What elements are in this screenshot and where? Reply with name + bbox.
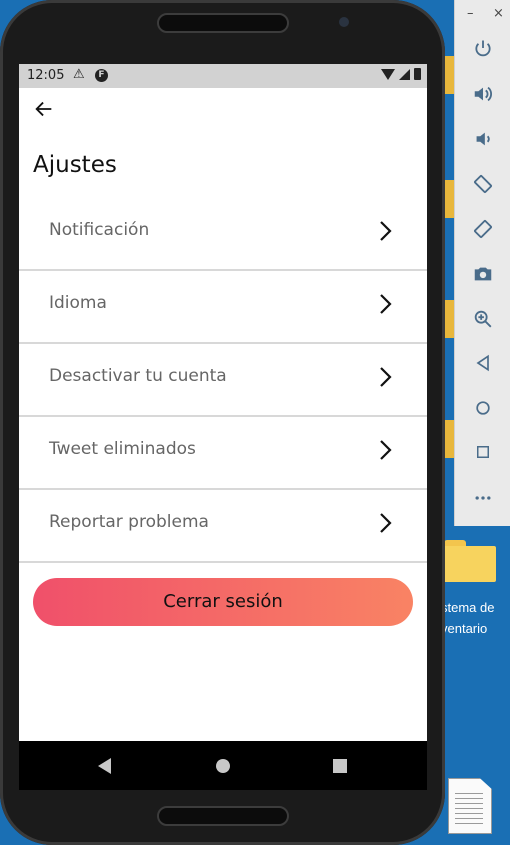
notification-f-icon: F [95, 69, 108, 82]
front-camera [339, 17, 349, 27]
menu-item-label: Reportar problema [49, 512, 209, 532]
more-icon[interactable] [471, 488, 495, 512]
chevron-right-icon [380, 294, 392, 314]
chevron-right-icon [380, 367, 392, 387]
android-nav-bar [19, 741, 427, 790]
status-bar: 12:05 ⚠ F [19, 64, 427, 88]
volume-up-icon[interactable] [471, 83, 495, 107]
nav-recents-button[interactable] [333, 759, 347, 773]
speaker-grille [157, 13, 289, 33]
logout-button[interactable]: Cerrar sesión [33, 578, 413, 626]
menu-item-idioma[interactable]: Idioma [19, 270, 427, 344]
signal-icon [399, 68, 410, 80]
settings-screen: Ajustes Notificación Idioma Desactivar t… [19, 88, 427, 741]
nav-home-button[interactable] [216, 759, 230, 773]
arrow-left-icon [35, 101, 52, 117]
speaker-grille [157, 806, 289, 826]
battery-icon [414, 68, 421, 80]
menu-item-tweet-eliminados[interactable]: Tweet eliminados [19, 416, 427, 490]
desktop-folder-label: stema de ventario [441, 600, 495, 636]
camera-icon[interactable] [471, 263, 495, 287]
phone-screen: 12:05 ⚠ F Ajustes Notificación Idioma De… [19, 64, 427, 790]
volume-down-icon[interactable] [471, 128, 495, 152]
desktop-folder-icon[interactable] [442, 538, 496, 584]
rotate-left-icon[interactable] [471, 173, 495, 197]
nav-back-button[interactable] [98, 758, 111, 774]
overview-icon[interactable] [471, 443, 495, 467]
chevron-right-icon [380, 221, 392, 241]
home-icon[interactable] [471, 398, 495, 422]
menu-item-notificacion[interactable]: Notificación [19, 197, 427, 271]
rotate-right-icon[interactable] [471, 218, 495, 242]
menu-item-reportar-problema[interactable]: Reportar problema [19, 489, 427, 563]
back-button[interactable] [33, 98, 57, 122]
status-time: 12:05 [27, 68, 65, 83]
wifi-icon [381, 68, 395, 80]
close-button[interactable]: × [493, 6, 504, 21]
power-icon[interactable] [471, 38, 495, 62]
back-icon[interactable] [471, 353, 495, 377]
warning-icon: ⚠ [73, 67, 85, 82]
page-title: Ajustes [33, 152, 117, 178]
menu-item-label: Tweet eliminados [49, 439, 196, 459]
document-icon[interactable] [448, 778, 492, 834]
minimize-button[interactable]: – [467, 6, 474, 21]
status-icons [381, 68, 421, 80]
menu-item-label: Idioma [49, 293, 107, 313]
menu-item-label: Desactivar tu cuenta [49, 366, 227, 386]
chevron-right-icon [380, 513, 392, 533]
menu-item-desactivar-cuenta[interactable]: Desactivar tu cuenta [19, 343, 427, 417]
menu-item-label: Notificación [49, 220, 150, 240]
zoom-icon[interactable] [471, 308, 495, 332]
chevron-right-icon [380, 440, 392, 460]
phone-frame: 12:05 ⚠ F Ajustes Notificación Idioma De… [0, 0, 445, 845]
emulator-toolbar: – × [454, 0, 510, 526]
